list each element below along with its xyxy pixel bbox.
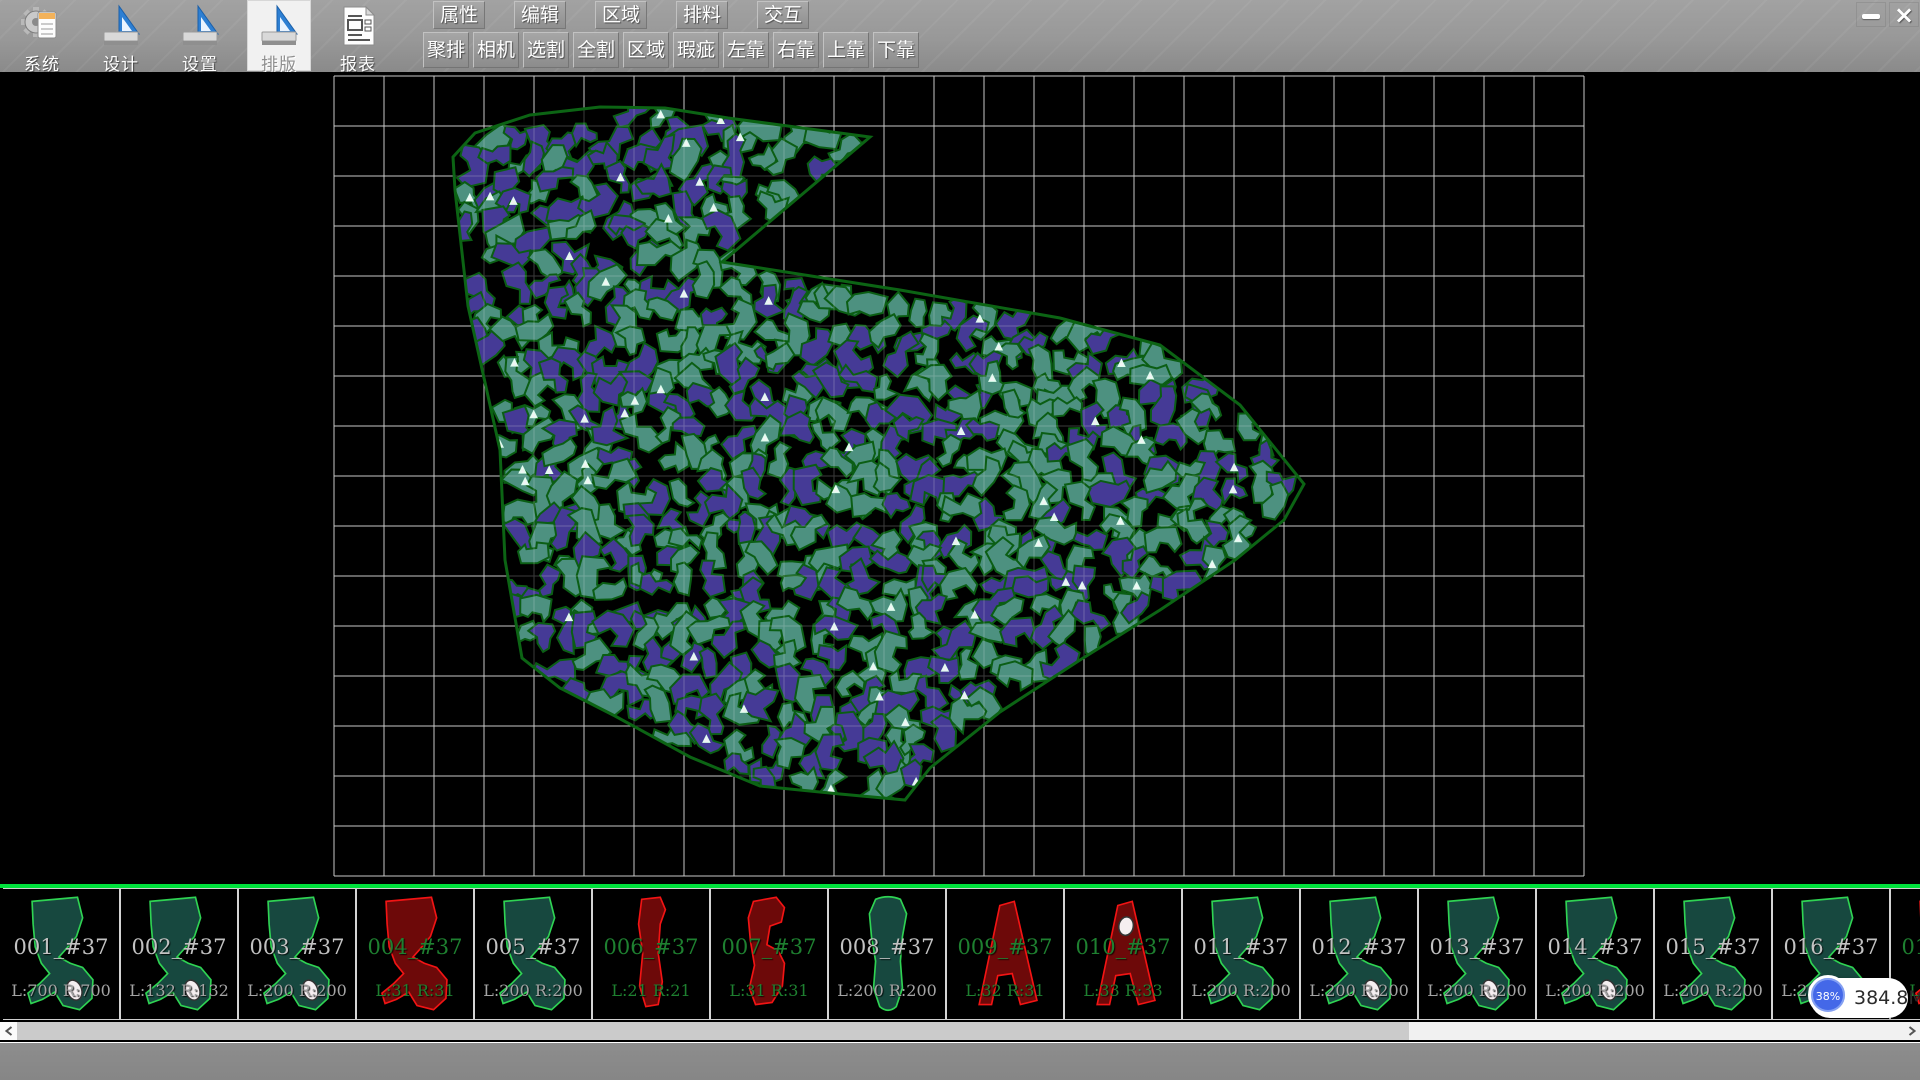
piece-cell-list: 001_#37L:700 R:700002_#37L:132 R:132003_… [3, 888, 1920, 1020]
memory-badge[interactable]: 38% 384.8M [1810, 978, 1908, 1018]
tool-row: 聚排相机选割全割区域瑕疵左靠右靠上靠下靠 [423, 32, 919, 69]
piece-cell-015_#37[interactable]: 015_#37L:200 R:200 [1655, 889, 1773, 1019]
bottom-bar [0, 1042, 1920, 1080]
piece-cell-003_#37[interactable]: 003_#37L:200 R:200 [239, 889, 357, 1019]
piece-strip: 001_#37L:700 R:700002_#37L:132 R:132003_… [0, 884, 1920, 1020]
memory-value: 384.8M [1854, 987, 1920, 1009]
scroll-right-button[interactable] [1903, 1022, 1920, 1040]
minimize-button[interactable] [1856, 2, 1886, 27]
piece-cell-012_#37[interactable]: 012_#37L:200 R:200 [1301, 889, 1419, 1019]
menu-interact[interactable]: 交互 [757, 1, 809, 29]
main-button-design[interactable]: 设计 [89, 0, 153, 71]
main-button-report[interactable]: 报表 [326, 0, 390, 71]
piece-thumbnail [1065, 889, 1183, 1019]
chevron-left-icon [5, 1026, 13, 1034]
chevron-right-icon [1908, 1026, 1916, 1034]
report-icon [336, 4, 380, 48]
piece-thumbnail [947, 889, 1065, 1019]
piece-cell-004_#37[interactable]: 004_#37L:31 R:31 [357, 889, 475, 1019]
tool-defect[interactable]: 瑕疵 [673, 32, 719, 68]
minimize-icon [1862, 14, 1880, 19]
nesting-canvas[interactable] [0, 72, 1920, 884]
piece-cell-010_#37[interactable]: 010_#37L:33 R:33 [1065, 889, 1183, 1019]
menu-properties[interactable]: 属性 [433, 1, 485, 29]
piece-thumbnail [239, 889, 357, 1019]
piece-thumbnail [1419, 889, 1537, 1019]
piece-thumbnail [121, 889, 239, 1019]
set-square-icon [178, 4, 222, 48]
piece-cell-014_#37[interactable]: 014_#37L:200 R:200 [1537, 889, 1655, 1019]
piece-thumbnail [593, 889, 711, 1019]
piece-cell-013_#37[interactable]: 013_#37L:200 R:200 [1419, 889, 1537, 1019]
tool-snap-top[interactable]: 上靠 [823, 32, 869, 68]
main-button-settings[interactable]: 设置 [168, 0, 232, 71]
gear-doc-icon [20, 4, 64, 48]
tool-select-cut[interactable]: 选割 [523, 32, 569, 68]
scroll-left-button[interactable] [0, 1022, 17, 1040]
piece-cell-009_#37[interactable]: 009_#37L:32 R:31 [947, 889, 1065, 1019]
piece-cell-006_#37[interactable]: 006_#37L:21 R:21 [593, 889, 711, 1019]
main-button-system[interactable]: 系统 [10, 0, 74, 71]
app-window: 系统设计设置排版报表 属性编辑区域排料交互 聚排相机选割全割区域瑕疵左靠右靠上靠… [0, 0, 1920, 1080]
piece-thumbnail [711, 889, 829, 1019]
top-toolbar: 系统设计设置排版报表 属性编辑区域排料交互 聚排相机选割全割区域瑕疵左靠右靠上靠… [0, 0, 1920, 72]
piece-thumbnail [475, 889, 593, 1019]
progress-circle: 38% [1808, 975, 1848, 1015]
tool-snap-left[interactable]: 左靠 [723, 32, 769, 68]
piece-thumbnail [1655, 889, 1773, 1019]
piece-cell-008_#37[interactable]: 008_#37L:200 R:200 [829, 889, 947, 1019]
tool-snap-right[interactable]: 右靠 [773, 32, 819, 68]
menu-nesting[interactable]: 排料 [676, 1, 728, 29]
tool-cut-all[interactable]: 全割 [573, 32, 619, 68]
set-square-icon [99, 4, 143, 48]
tool-snap-bottom[interactable]: 下靠 [873, 32, 919, 68]
piece-thumbnail [1183, 889, 1301, 1019]
menu-row: 属性 编辑 区域 排料 交互 [433, 1, 809, 30]
close-button[interactable]: × [1889, 2, 1919, 27]
piece-cell-007_#37[interactable]: 007_#37L:31 R:31 [711, 889, 829, 1019]
piece-cell-011_#37[interactable]: 011_#37L:200 R:200 [1183, 889, 1301, 1019]
main-button-layout[interactable]: 排版 [247, 0, 311, 71]
tool-camera[interactable]: 相机 [473, 32, 519, 68]
piece-thumbnail [829, 889, 947, 1019]
progress-percent: 38% [1811, 990, 1845, 1003]
piece-thumbnail [1301, 889, 1419, 1019]
horizontal-scrollbar[interactable] [0, 1022, 1920, 1040]
menu-edit[interactable]: 编辑 [514, 1, 566, 29]
tool-cluster-nest[interactable]: 聚排 [423, 32, 469, 68]
set-square-icon [257, 4, 301, 48]
piece-thumbnail [1537, 889, 1655, 1019]
piece-cell-005_#37[interactable]: 005_#37L:200 R:200 [475, 889, 593, 1019]
menu-region[interactable]: 区域 [595, 1, 647, 29]
piece-thumbnail [3, 889, 121, 1019]
piece-thumbnail [357, 889, 475, 1019]
scrollbar-thumb[interactable] [17, 1022, 1409, 1040]
nest-drawing [0, 72, 1920, 884]
tool-region[interactable]: 区域 [623, 32, 669, 68]
close-icon: × [1894, 1, 1914, 29]
piece-cell-002_#37[interactable]: 002_#37L:132 R:132 [121, 889, 239, 1019]
piece-cell-001_#37[interactable]: 001_#37L:700 R:700 [3, 889, 121, 1019]
